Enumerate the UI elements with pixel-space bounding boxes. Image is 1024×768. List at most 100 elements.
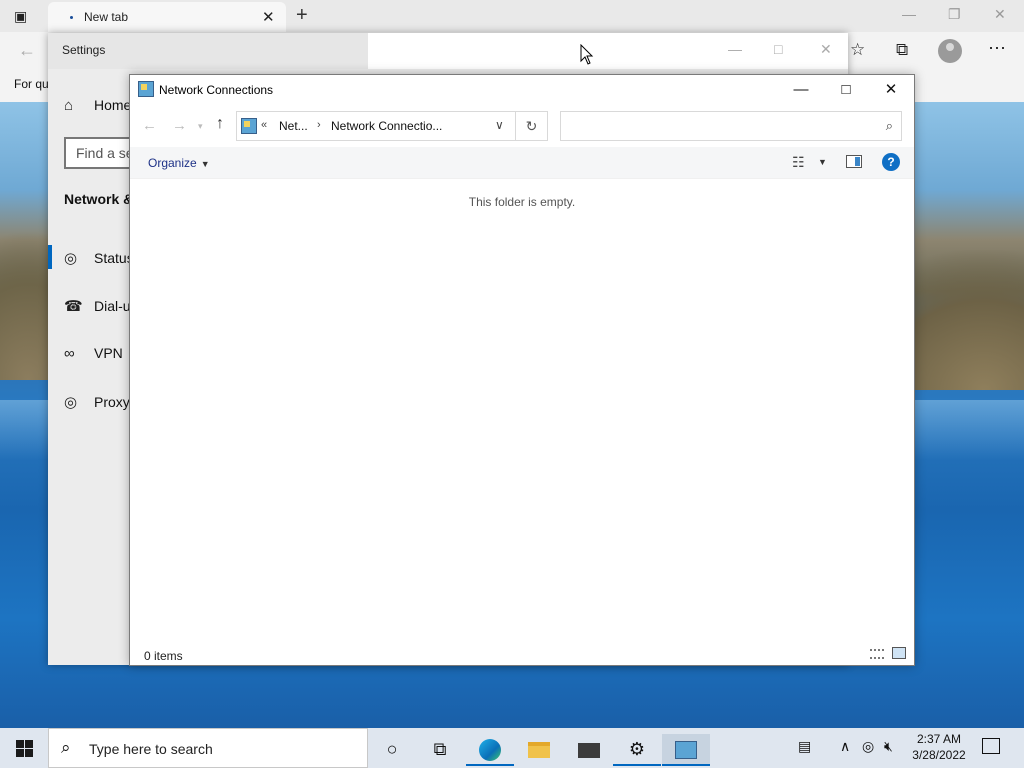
more-options-icon[interactable]: ⋯ — [988, 38, 1006, 59]
breadcrumb-chevron-icon[interactable]: › — [317, 119, 321, 131]
view-options-chevron-icon[interactable]: ▼ — [818, 157, 827, 167]
browser-tab-title: New tab — [84, 10, 129, 24]
address-location-icon — [241, 118, 257, 134]
recent-locations-icon[interactable]: ▾ — [198, 121, 203, 132]
clock-time: 2:37 AM — [916, 732, 962, 746]
mouse-cursor-icon — [580, 44, 594, 65]
start-button[interactable] — [0, 728, 48, 768]
search-icon: ⌕ — [61, 738, 71, 757]
news-widget-icon[interactable]: ▤ — [798, 738, 811, 755]
tab-favicon-icon — [70, 16, 73, 19]
folder-icon — [528, 742, 550, 759]
sidebar-item-vpn[interactable]: ∞ VPN — [64, 345, 123, 362]
refresh-icon: ↻ — [525, 118, 538, 134]
settings-home-item[interactable]: ⌂ Home — [64, 97, 131, 114]
settings-close-icon[interactable]: ✕ — [820, 41, 832, 58]
taskbar-search-box[interactable]: ⌕ Type here to search — [48, 728, 368, 768]
sidebar-item-label: Dial-u — [94, 298, 131, 314]
network-connections-icon — [138, 81, 154, 97]
browser-restore-icon[interactable]: ❐ — [948, 6, 961, 23]
chevron-down-icon: ▼ — [200, 159, 210, 169]
volume-muted-icon[interactable]: 🔇︎ — [884, 738, 893, 755]
tab-close-icon[interactable]: ✕ — [262, 8, 275, 26]
taskbar-mail-button[interactable] — [565, 734, 613, 766]
favorites-icon[interactable]: ☆ — [850, 40, 865, 60]
profile-avatar[interactable] — [938, 39, 962, 63]
forward-arrow-icon[interactable]: → — [172, 117, 187, 134]
mail-icon — [578, 742, 600, 758]
sidebar-item-dialup[interactable]: ☎ Dial-u — [64, 297, 131, 315]
address-dropdown-icon[interactable]: ∨ — [495, 118, 504, 132]
address-row: ← → ▾ ↑ « Net... › Network Connectio... … — [130, 109, 914, 143]
sidebar-item-label: VPN — [94, 345, 123, 361]
collections-icon[interactable]: ⧉ — [896, 40, 908, 60]
show-hidden-icons-chevron-icon[interactable]: ∧ — [840, 738, 850, 755]
sidebar-item-label: Status — [94, 250, 134, 266]
preview-pane-icon[interactable] — [846, 155, 862, 168]
change-view-icon[interactable]: ☷ — [792, 154, 805, 171]
cortana-icon[interactable]: ○ — [368, 734, 416, 766]
browser-minimize-icon[interactable]: — — [902, 6, 916, 22]
settings-titlebar-right: — □ ✕ — [368, 33, 848, 69]
back-arrow-icon[interactable]: ← — [142, 117, 157, 134]
organize-label: Organize — [148, 156, 197, 170]
favorites-bar-text: For qu — [14, 77, 49, 91]
details-view-icon[interactable] — [870, 649, 884, 659]
taskbar-edge-button[interactable] — [466, 734, 514, 766]
empty-folder-message: This folder is empty. — [468, 195, 576, 209]
window-title: Network Connections — [159, 83, 274, 97]
system-clock[interactable]: 2:37 AM 3/28/2022 — [906, 731, 972, 763]
maximize-icon[interactable]: □ — [823, 79, 869, 101]
settings-maximize-icon[interactable]: □ — [774, 41, 782, 57]
sidebar-item-label: Proxy — [94, 394, 130, 410]
taskbar-file-explorer-button[interactable] — [515, 734, 563, 766]
search-icon: ⌕ — [885, 118, 893, 133]
organize-button[interactable]: Organize ▼ — [148, 156, 210, 170]
browser-tab-bar: ▣ New tab ✕ + — ❐ ✕ — [0, 0, 1024, 32]
home-icon: ⌂ — [64, 97, 74, 114]
breadcrumb-segment[interactable]: Net... — [279, 119, 308, 133]
taskbar-network-connections-button[interactable] — [662, 734, 710, 766]
address-bar[interactable]: « Net... › Network Connectio... ∨ — [236, 111, 516, 141]
minimize-icon[interactable]: — — [778, 79, 824, 101]
settings-title: Settings — [62, 43, 106, 57]
taskbar-search-placeholder: Type here to search — [89, 741, 213, 757]
explorer-titlebar: Network Connections — □ ✕ — [130, 75, 914, 105]
close-icon[interactable]: ✕ — [868, 79, 914, 101]
command-bar: Organize ▼ ☷ ▼ ? — [130, 147, 914, 179]
globe-icon: ◎ — [64, 394, 78, 411]
network-status-icon[interactable]: ◎ — [862, 738, 874, 755]
sidebar-item-proxy[interactable]: ◎ Proxy — [64, 393, 130, 411]
browser-tab[interactable]: New tab ✕ — [48, 2, 286, 32]
browser-back-icon[interactable]: ← — [18, 40, 36, 61]
vpn-icon: ∞ — [64, 345, 75, 362]
settings-search-placeholder: Find a se — [76, 145, 134, 161]
task-view-icon[interactable]: ⧉ — [416, 734, 464, 766]
browser-close-icon[interactable]: ✕ — [994, 6, 1006, 23]
sidebar-item-status[interactable]: ◎ Status — [64, 249, 134, 267]
settings-minimize-icon[interactable]: — — [728, 41, 742, 57]
help-icon[interactable]: ? — [882, 153, 900, 171]
network-connections-window: Network Connections — □ ✕ ← → ▾ ↑ « Net.… — [129, 74, 915, 666]
breadcrumb-overflow[interactable]: « — [261, 119, 267, 131]
new-tab-icon[interactable]: + — [296, 4, 308, 27]
item-count: 0 items — [144, 649, 183, 663]
settings-home-label: Home — [94, 97, 132, 113]
settings-titlebar: Settings — [48, 33, 368, 69]
dialup-icon: ☎ — [64, 298, 83, 315]
up-arrow-icon[interactable]: ↑ — [216, 115, 224, 133]
edge-icon — [479, 739, 501, 762]
tab-actions-icon[interactable]: ▣ — [14, 8, 32, 24]
globe-icon: ◎ — [64, 250, 78, 267]
breadcrumb-segment[interactable]: Network Connectio... — [331, 119, 442, 133]
taskbar-settings-button[interactable]: ⚙ — [613, 734, 661, 766]
notification-center-icon[interactable] — [982, 738, 1000, 754]
settings-active-indicator — [48, 245, 52, 269]
network-connections-icon — [675, 741, 697, 760]
file-list-area[interactable]: This folder is empty. — [130, 179, 914, 639]
gear-icon: ⚙ — [628, 739, 646, 759]
settings-section-heading: Network & — [64, 191, 134, 207]
search-input[interactable]: ⌕ — [560, 111, 902, 141]
large-icons-view-icon[interactable] — [892, 647, 906, 659]
refresh-button[interactable]: ↻ — [516, 111, 548, 141]
